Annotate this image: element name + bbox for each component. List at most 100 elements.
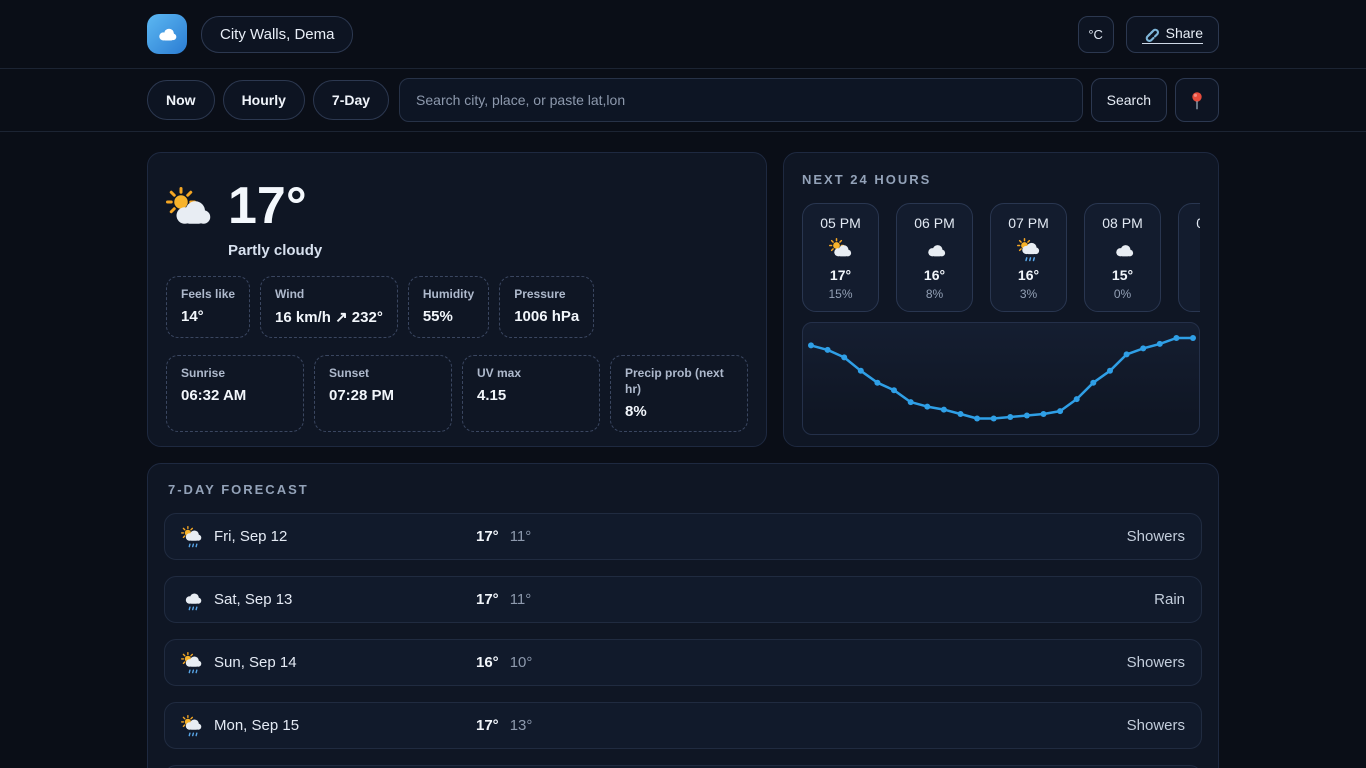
low-temp: 11° bbox=[510, 528, 532, 545]
current-temperature: 17° bbox=[228, 179, 322, 234]
high-temp: 16° bbox=[476, 654, 499, 671]
hour-temp: 17° bbox=[803, 267, 878, 283]
stat-value: 1006 hPa bbox=[514, 308, 579, 325]
stat-value: 8% bbox=[625, 403, 733, 420]
top-bar: City Walls, Dema °C Share bbox=[0, 0, 1366, 69]
stat-value: 16 km/h ↗ 232° bbox=[275, 308, 383, 326]
hour-precip: 3% bbox=[991, 287, 1066, 301]
app-logo bbox=[147, 14, 187, 54]
hour-card-1: 06 PM 16° 8% bbox=[896, 203, 973, 312]
stat-uv-max: UV max 4.15 bbox=[462, 355, 600, 432]
search-button[interactable]: Search bbox=[1091, 78, 1167, 122]
hour-time: 06 PM bbox=[897, 215, 972, 231]
hour-precip: 15% bbox=[803, 287, 878, 301]
day-weather-icon bbox=[181, 526, 203, 548]
hour-temp: 16° bbox=[897, 267, 972, 283]
condition-label: Showers bbox=[1127, 717, 1185, 734]
hour-card-0: 05 PM 17° 15% bbox=[802, 203, 879, 312]
hour-temp: 15° bbox=[1085, 267, 1160, 283]
stat-feels-like: Feels like 14° bbox=[166, 276, 250, 338]
hour-temp: 16° bbox=[991, 267, 1066, 283]
cloud-logo-icon bbox=[154, 21, 180, 47]
stats-row-2: Sunrise 06:32 AM Sunset 07:28 PM UV max … bbox=[166, 355, 748, 432]
pushpin-icon bbox=[1187, 90, 1207, 110]
share-label: Share bbox=[1166, 25, 1203, 41]
seven-day-forecast-card: 7-DAY FORECAST Fri, Sep 12 17° 11° Showe… bbox=[147, 463, 1219, 768]
condition-label: Rain bbox=[1154, 591, 1185, 608]
hour-weather-icon bbox=[1017, 238, 1041, 262]
stat-label: Pressure bbox=[514, 286, 579, 302]
tab-7day[interactable]: 7-Day bbox=[313, 80, 389, 120]
stat-label: Humidity bbox=[423, 286, 474, 302]
search-input[interactable] bbox=[399, 78, 1083, 122]
next-24-hours-card: NEXT 24 HOURS 05 PM 17° 15% 06 PM 16° 8%… bbox=[783, 152, 1219, 447]
tab-hourly[interactable]: Hourly bbox=[223, 80, 305, 120]
day-label: Fri, Sep 12 bbox=[214, 528, 476, 545]
location-title: City Walls, Dema bbox=[201, 16, 353, 53]
condition-label: Showers bbox=[1127, 528, 1185, 545]
hourly-strip[interactable]: 05 PM 17° 15% 06 PM 16° 8% 07 PM 16° 3% bbox=[802, 203, 1200, 312]
stat-value: 07:28 PM bbox=[329, 387, 437, 404]
hour-precip: 0% bbox=[1179, 287, 1200, 301]
high-temp: 17° bbox=[476, 717, 499, 734]
day-weather-icon bbox=[181, 715, 203, 737]
tab-now[interactable]: Now bbox=[147, 80, 215, 120]
stats-row-1: Feels like 14° Wind 16 km/h ↗ 232° Humid… bbox=[166, 276, 748, 338]
condition-label: Showers bbox=[1127, 654, 1185, 671]
forecast-row-3[interactable]: Mon, Sep 15 17° 13° Showers bbox=[164, 702, 1202, 749]
hour-time: 09 PM bbox=[1179, 215, 1200, 231]
forecast-row-0[interactable]: Fri, Sep 12 17° 11° Showers bbox=[164, 513, 1202, 560]
stat-value: 14° bbox=[181, 308, 235, 325]
low-temp: 10° bbox=[510, 654, 533, 671]
stat-humidity: Humidity 55% bbox=[408, 276, 489, 338]
stat-value: 06:32 AM bbox=[181, 387, 289, 404]
link-icon bbox=[1142, 25, 1159, 42]
current-weather-icon bbox=[166, 187, 214, 235]
stat-label: UV max bbox=[477, 365, 585, 381]
hour-card-3: 08 PM 15° 0% bbox=[1084, 203, 1161, 312]
stat-pressure: Pressure 1006 hPa bbox=[499, 276, 594, 338]
unit-toggle-button[interactable]: °C bbox=[1078, 16, 1114, 53]
forecast-title: 7-DAY FORECAST bbox=[168, 482, 1202, 497]
hour-card-4: 09 PM 14° 0% bbox=[1178, 203, 1200, 312]
hour-precip: 8% bbox=[897, 287, 972, 301]
high-temp: 17° bbox=[476, 528, 499, 545]
next24-title: NEXT 24 HOURS bbox=[802, 172, 931, 187]
high-temp: 17° bbox=[476, 591, 499, 608]
stat-value: 4.15 bbox=[477, 387, 585, 404]
day-weather-icon bbox=[181, 589, 203, 611]
low-temp: 13° bbox=[510, 717, 533, 734]
geolocate-button[interactable] bbox=[1175, 78, 1219, 122]
forecast-row-1[interactable]: Sat, Sep 13 17° 11° Rain bbox=[164, 576, 1202, 623]
hour-weather-icon bbox=[829, 238, 853, 262]
stat-sunset: Sunset 07:28 PM bbox=[314, 355, 452, 432]
stat-label: Precip prob (next hr) bbox=[625, 365, 733, 397]
day-label: Sun, Sep 14 bbox=[214, 654, 476, 671]
stat-label: Sunrise bbox=[181, 365, 289, 381]
day-weather-icon bbox=[181, 652, 203, 674]
hour-weather-icon bbox=[923, 238, 947, 262]
forecast-row-2[interactable]: Sun, Sep 14 16° 10° Showers bbox=[164, 639, 1202, 686]
hour-temp: 14° bbox=[1179, 267, 1200, 283]
stat-label: Sunset bbox=[329, 365, 437, 381]
hour-card-2: 07 PM 16° 3% bbox=[990, 203, 1067, 312]
low-temp: 11° bbox=[510, 591, 532, 608]
stat-wind: Wind 16 km/h ↗ 232° bbox=[260, 276, 398, 338]
main-content: 17° Partly cloudy Feels like 14° Wind 16… bbox=[147, 132, 1219, 768]
stat-precip-prob: Precip prob (next hr) 8% bbox=[610, 355, 748, 432]
nav-bar: Now Hourly 7-Day Search bbox=[0, 69, 1366, 132]
hour-weather-icon bbox=[1111, 238, 1135, 262]
current-conditions-card: 17° Partly cloudy Feels like 14° Wind 16… bbox=[147, 152, 767, 447]
stat-sunrise: Sunrise 06:32 AM bbox=[166, 355, 304, 432]
hour-time: 07 PM bbox=[991, 215, 1066, 231]
stat-label: Feels like bbox=[181, 286, 235, 302]
share-button[interactable]: Share bbox=[1126, 16, 1219, 53]
hour-time: 05 PM bbox=[803, 215, 878, 231]
day-label: Sat, Sep 13 bbox=[214, 591, 476, 608]
hour-precip: 0% bbox=[1085, 287, 1160, 301]
stat-value: 55% bbox=[423, 308, 474, 325]
day-label: Mon, Sep 15 bbox=[214, 717, 476, 734]
current-condition: Partly cloudy bbox=[228, 242, 322, 259]
temperature-line-chart bbox=[802, 322, 1200, 435]
hour-time: 08 PM bbox=[1085, 215, 1160, 231]
